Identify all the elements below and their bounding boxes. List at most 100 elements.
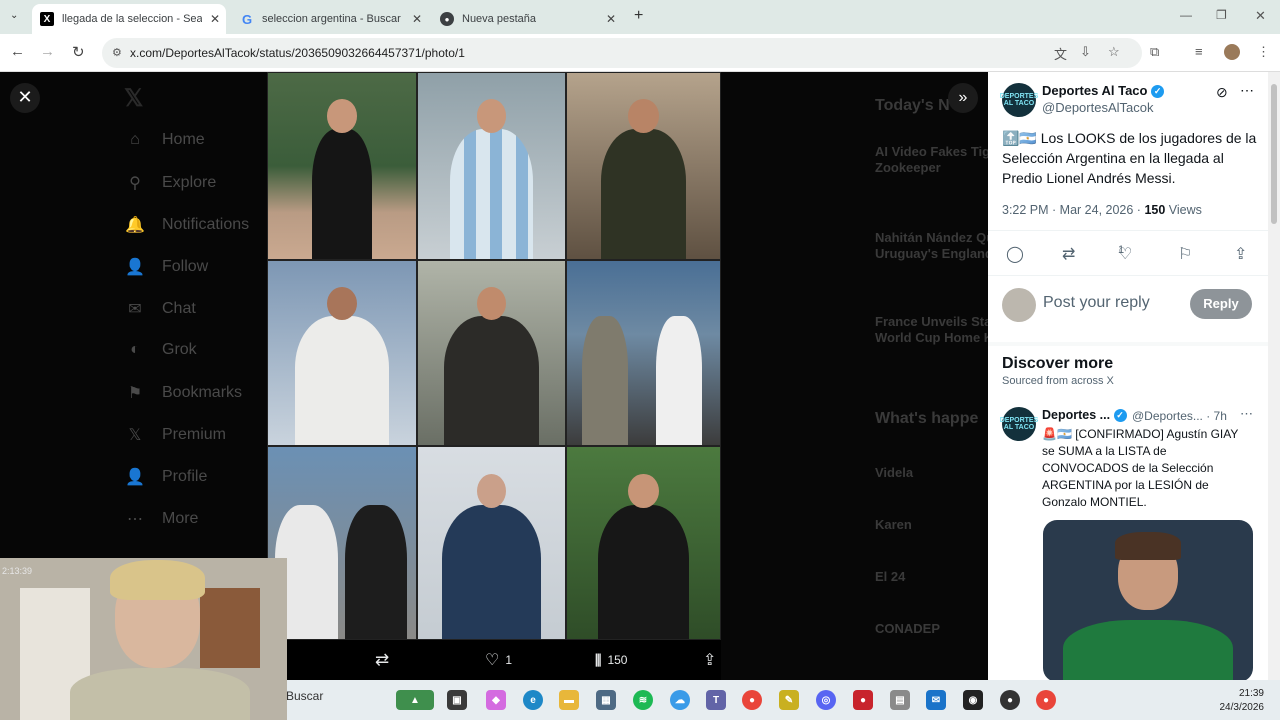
recording-icon[interactable]: ● — [1000, 690, 1020, 710]
calculator-icon[interactable]: ▦ — [596, 690, 616, 710]
nav-label: Chat — [162, 300, 196, 317]
notes-icon[interactable]: ✎ — [779, 690, 799, 710]
reload-icon[interactable]: ↻ — [72, 43, 85, 61]
task-view-icon[interactable]: ▣ — [447, 690, 467, 710]
news-item[interactable]: Uruguay's England — [875, 246, 993, 261]
chrome-icon[interactable]: ● — [742, 690, 762, 710]
news-item[interactable]: AI Video Fakes Tige — [875, 144, 997, 159]
tab-list-button[interactable]: ⌄ — [10, 10, 18, 21]
news-item[interactable]: Zookeeper — [875, 160, 941, 175]
reply-icon[interactable]: ◯ — [1006, 244, 1024, 264]
home-icon: ⌂ — [130, 131, 140, 148]
tweet-views-label: Views — [1165, 203, 1202, 217]
divider — [988, 275, 1268, 276]
retweet-icon[interactable]: ⇄ — [375, 650, 389, 670]
widget-icon[interactable]: ▲ — [396, 690, 434, 710]
related-handle-time[interactable]: @Deportes... · 7h — [1132, 409, 1227, 423]
author-name[interactable]: Deportes Al Taco ✓ — [1042, 83, 1165, 99]
author-handle[interactable]: @DeportesAlTacok — [1042, 100, 1153, 115]
avatar[interactable]: DEPORTES AL TACO — [1000, 407, 1038, 441]
reply-button[interactable]: Reply — [1190, 289, 1252, 319]
nav-premium[interactable]: 𝕏 Premium — [124, 425, 226, 445]
media-icon[interactable]: ≡ — [1195, 44, 1203, 59]
taskbar-search[interactable]: Buscar — [286, 689, 323, 703]
forward-icon[interactable]: → — [40, 43, 55, 60]
news-item[interactable]: Nahitán Nández Qu — [875, 230, 994, 245]
share-icon[interactable]: ⇪ — [1234, 244, 1247, 264]
translate-icon[interactable]: 文 — [1054, 44, 1067, 63]
nav-follow[interactable]: 👤 Follow — [124, 257, 208, 277]
avatar[interactable]: DEPORTES AL TACO — [1000, 83, 1038, 117]
photo-collage[interactable] — [267, 72, 721, 640]
nav-home[interactable]: ⌂ Home — [124, 131, 205, 149]
nav-notifications[interactable]: 🔔 Notifications — [124, 215, 249, 235]
share-icon[interactable]: ⇪ — [703, 650, 716, 670]
close-tab-icon[interactable]: ✕ — [606, 12, 616, 26]
grok-icon: ◐ — [130, 341, 140, 358]
back-icon[interactable]: ← — [10, 43, 25, 60]
nav-bookmarks[interactable]: ⚑ Bookmarks — [124, 383, 242, 403]
discord-icon[interactable]: ◎ — [816, 690, 836, 710]
retweet-icon[interactable]: ⇄ — [1062, 244, 1075, 264]
close-tab-icon[interactable]: ✕ — [412, 12, 422, 26]
maximize-button[interactable]: ❐ — [1216, 8, 1227, 22]
tab-llegada[interactable]: X llegada de la seleccion - Search ✕ — [32, 4, 226, 34]
new-tab-button[interactable]: + — [634, 7, 643, 25]
extensions-icon[interactable]: ⧉ — [1150, 44, 1159, 60]
onedrive-icon[interactable]: ☁ — [670, 690, 690, 710]
tweet-text: 🔝🇦🇷 Los LOOKS de los jugadores de la Sel… — [1002, 130, 1257, 186]
copilot-icon[interactable]: ◆ — [486, 690, 506, 710]
close-tab-icon[interactable]: ✕ — [210, 12, 220, 26]
related-post-image[interactable] — [1043, 520, 1253, 682]
reply-input[interactable]: Post your reply — [1043, 294, 1150, 312]
more-options-icon[interactable]: ⋯ — [1240, 406, 1253, 422]
nav-grok[interactable]: ◐ Grok — [124, 341, 197, 359]
trend-item[interactable]: El 24 — [875, 569, 905, 584]
grok-icon[interactable]: ⊘ — [1216, 84, 1228, 101]
nav-more[interactable]: ⋯ More — [124, 509, 198, 529]
close-viewer-button[interactable]: ✕ — [10, 83, 40, 113]
expand-icon[interactable]: » — [948, 83, 978, 113]
related-post-text: 🚨🇦🇷 [CONFIRMADO] Agustín GIAY se SUMA a … — [1042, 427, 1239, 509]
news-item[interactable]: World Cup Home K — [875, 330, 993, 345]
close-window-button[interactable]: ✕ — [1255, 8, 1266, 24]
tweet-time[interactable]: 3:22 PM · Mar 24, 2026 · — [1002, 203, 1144, 217]
trend-item[interactable]: Videla — [875, 465, 913, 480]
chrome-profile-icon[interactable]: ● — [1036, 690, 1056, 710]
more-options-icon[interactable]: ⋯ — [1240, 82, 1254, 99]
teams-icon[interactable]: T — [706, 690, 726, 710]
trend-item[interactable]: CONADEP — [875, 621, 940, 636]
install-icon[interactable]: ⇩ — [1080, 44, 1091, 60]
nav-profile[interactable]: 👤 Profile — [124, 467, 207, 487]
nav-explore[interactable]: ⚲ Explore — [124, 173, 216, 193]
panel-scrollbar[interactable] — [1268, 72, 1280, 682]
app-icon[interactable]: ▤ — [890, 690, 910, 710]
bookmark-star-icon[interactable]: ☆ — [1108, 44, 1120, 60]
edge-icon[interactable]: e — [523, 690, 543, 710]
tab-new-tab[interactable]: ● Nueva pestaña ✕ — [432, 4, 622, 34]
news-item[interactable]: France Unveils Sta — [875, 314, 991, 329]
minimize-button[interactable]: — — [1180, 8, 1192, 22]
file-explorer-icon[interactable]: ▬ — [559, 690, 579, 710]
outlook-icon[interactable]: ✉ — [926, 690, 946, 710]
site-info-icon[interactable]: ⚙ — [112, 46, 122, 59]
nav-label: Follow — [162, 258, 209, 275]
bookmark-icon[interactable]: ⚐ — [1178, 244, 1192, 264]
scrollbar-thumb[interactable] — [1271, 84, 1277, 224]
url-field[interactable]: ⚙ x.com/DeportesAlTacok/status/203650903… — [102, 38, 1142, 68]
tab-google-search[interactable]: G seleccion argentina - Buscar con ✕ — [232, 4, 428, 34]
like-count: 1 — [505, 653, 513, 667]
spotify-icon[interactable]: ≋ — [633, 690, 653, 710]
menu-icon[interactable]: ⋮ — [1257, 44, 1270, 60]
views-button[interactable]: ⫼ 150 — [595, 652, 627, 669]
system-clock[interactable]: 21:39 24/3/2026 — [1200, 687, 1265, 715]
nav-chat[interactable]: ✉ Chat — [124, 299, 196, 319]
profile-avatar[interactable] — [1224, 44, 1240, 60]
related-author-name[interactable]: Deportes ... ✓ — [1042, 408, 1127, 423]
trend-item[interactable]: Karen — [875, 517, 912, 532]
obs-icon[interactable]: ◉ — [963, 690, 983, 710]
among-us-icon[interactable]: ● — [853, 690, 873, 710]
like-button[interactable]: ♡ 1 — [485, 650, 512, 670]
x-logo-icon[interactable]: 𝕏 — [124, 84, 143, 113]
nav-label: Premium — [162, 426, 227, 443]
